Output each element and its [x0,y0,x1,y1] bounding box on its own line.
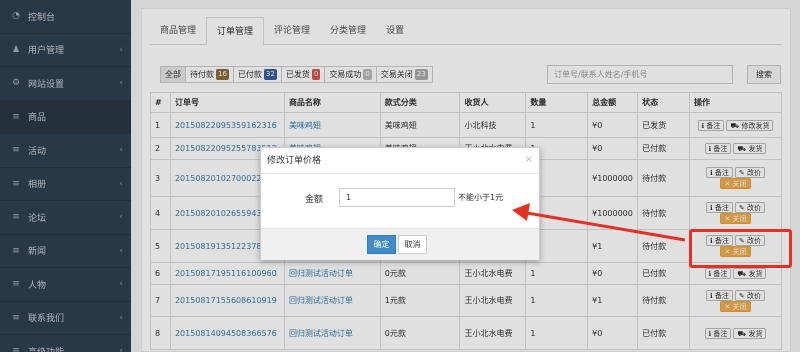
annotation-arrow-icon [512,203,686,242]
